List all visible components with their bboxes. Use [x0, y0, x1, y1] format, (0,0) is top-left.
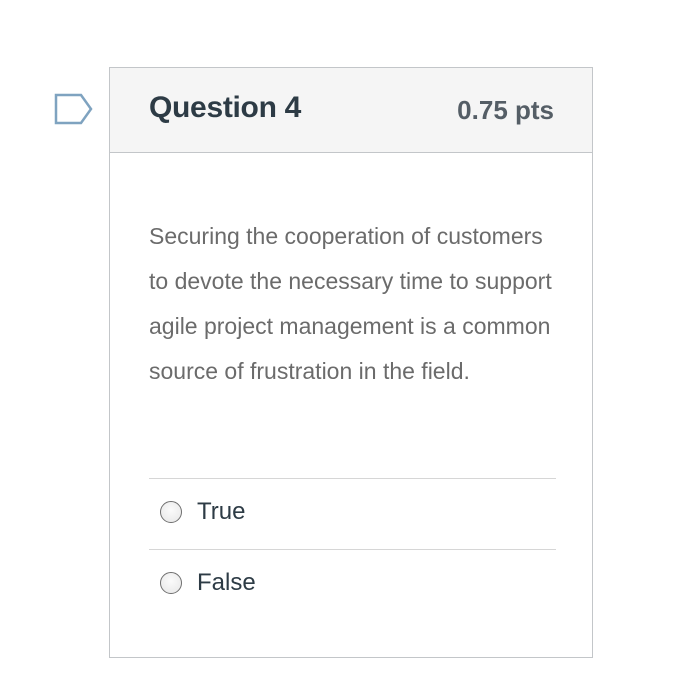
answer-divider [149, 549, 556, 550]
radio-true[interactable] [160, 501, 182, 523]
question-points: 0.75 pts [457, 95, 554, 125]
answer-divider [149, 478, 556, 479]
question-text: Securing the cooperation of customers to… [149, 223, 552, 384]
answer-option-true[interactable]: True [149, 488, 556, 536]
question-header: Question 4 0.75 pts [110, 68, 592, 153]
answer-label-false: False [197, 569, 256, 596]
answer-option-false[interactable]: False [149, 559, 556, 607]
question-title: Question 4 [149, 91, 302, 124]
question-card: Question 4 0.75 pts Securing the coopera… [109, 67, 593, 658]
radio-false[interactable] [160, 572, 182, 594]
flag-question-icon[interactable] [54, 93, 94, 125]
answer-label-true: True [197, 498, 246, 525]
